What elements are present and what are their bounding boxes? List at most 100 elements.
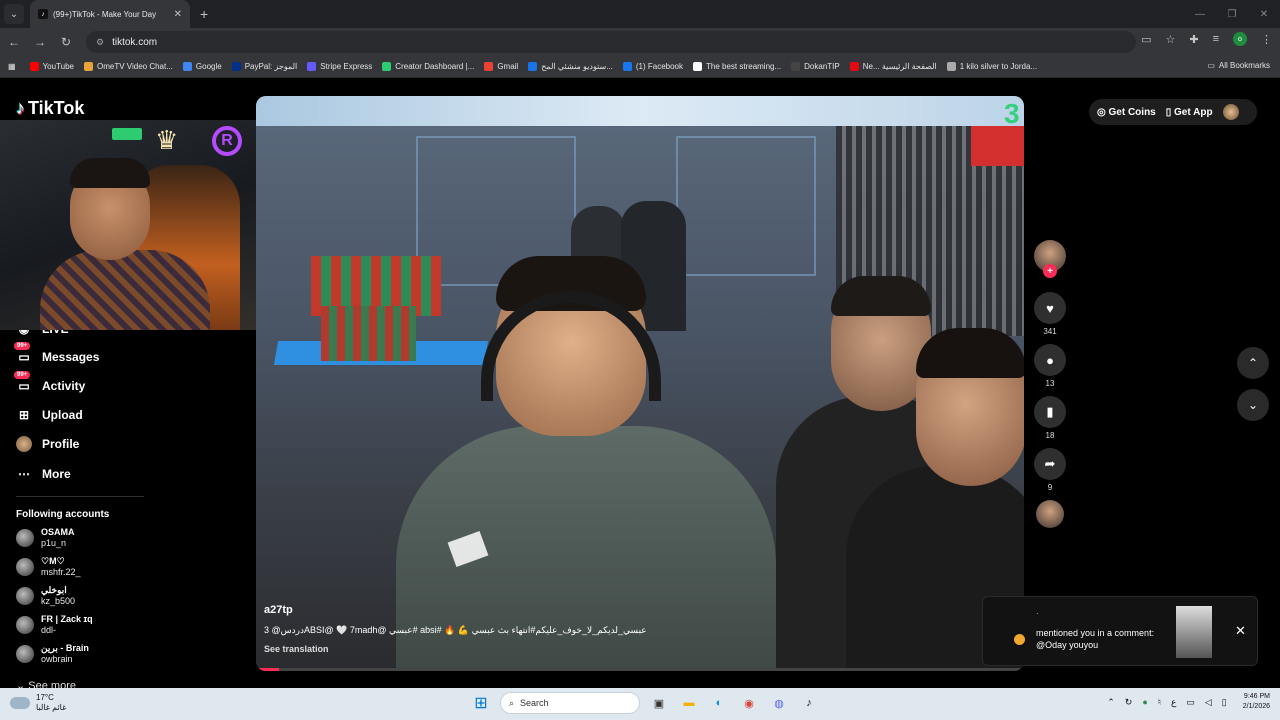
tiktok-app-icon[interactable]: ♪ bbox=[798, 692, 820, 714]
share-button[interactable]: ➦ 9 bbox=[1034, 448, 1066, 492]
close-window-button[interactable]: ✕ bbox=[1248, 0, 1280, 28]
red-sign bbox=[971, 126, 1024, 166]
folder-icon: ▭ bbox=[1207, 61, 1215, 70]
following-account[interactable]: FR | Zack ɪq ddl- bbox=[16, 614, 93, 636]
file-explorer-icon[interactable]: ▬ bbox=[678, 692, 700, 714]
share-arrow-icon: ➦ bbox=[1034, 448, 1066, 480]
striped-box bbox=[321, 306, 416, 361]
account-username: owbrain bbox=[41, 654, 73, 664]
sidebar-item-more[interactable]: ⋯ More bbox=[16, 466, 71, 482]
all-bookmarks-button[interactable]: ▭ All Bookmarks bbox=[1207, 61, 1270, 70]
back-button[interactable]: ← bbox=[2, 30, 26, 54]
edge-icon[interactable]: ◐ bbox=[708, 692, 730, 714]
tab-tiktok[interactable]: ♪ (99+)TikTok - Make Your Day ✕ bbox=[30, 0, 190, 28]
maximize-button[interactable]: ❐ bbox=[1216, 0, 1248, 28]
discord-icon[interactable]: ◍ bbox=[768, 692, 790, 714]
forward-button[interactable]: → bbox=[28, 30, 52, 54]
clock[interactable]: 9:46 PM 2/1/2026 bbox=[1243, 692, 1270, 712]
browser-toolbar: ← → ↻ ⚙ tiktok.com bbox=[0, 28, 1280, 56]
tab-title: (99+)TikTok - Make Your Day bbox=[53, 9, 157, 19]
sidebar-item-profile[interactable]: Profile bbox=[16, 436, 79, 452]
address-bar[interactable]: ⚙ tiktok.com bbox=[86, 31, 1136, 53]
crown-icon: ♛ bbox=[155, 125, 179, 155]
close-tab-icon[interactable]: ✕ bbox=[174, 9, 182, 20]
account-name: OSAMA bbox=[41, 527, 75, 537]
save-button[interactable]: ▮ 18 bbox=[1034, 396, 1066, 440]
sidebar-item-messages[interactable]: ▭ 99+ Messages bbox=[14, 342, 99, 365]
tiktok-favicon-icon: ♪ bbox=[38, 9, 48, 19]
like-button[interactable]: ♥ 341 bbox=[1034, 292, 1066, 336]
bookmark-item[interactable]: ستوديو منشئي المح... bbox=[528, 62, 613, 71]
bookmark-item[interactable]: Stripe Express bbox=[307, 62, 372, 71]
get-app-button[interactable]: ▯ Get App bbox=[1166, 107, 1213, 118]
user-avatar[interactable] bbox=[1222, 104, 1239, 120]
site-info-icon[interactable]: ⚙ bbox=[96, 37, 104, 48]
app-tray-icon[interactable]: ● bbox=[1142, 697, 1147, 707]
bookmark-item[interactable]: YouTube bbox=[29, 62, 74, 71]
task-view-icon[interactable]: ▣ bbox=[648, 692, 670, 714]
bookmark-item[interactable]: Google bbox=[182, 62, 222, 71]
notification-thumbnail[interactable] bbox=[1176, 606, 1212, 658]
mention-notification[interactable]: · mentioned you in a comment: @Oday youy… bbox=[982, 596, 1258, 666]
weather-widget[interactable]: 17°C غائم غالبا bbox=[10, 693, 66, 713]
bookmark-label: Creator Dashboard |... bbox=[395, 62, 475, 71]
following-account[interactable]: ♡M♡ mshfr.22_ bbox=[16, 556, 81, 578]
minimize-button[interactable]: — bbox=[1184, 0, 1216, 28]
new-tab-button[interactable]: + bbox=[200, 6, 208, 22]
bookmark-item[interactable]: Ne... الصفحة الرئيسية bbox=[849, 62, 937, 71]
tiktok-logo[interactable]: ♪ TikTok bbox=[16, 98, 84, 119]
reload-button[interactable]: ↻ bbox=[54, 30, 78, 54]
upload-plus-icon: ⊞ bbox=[18, 408, 30, 422]
profile-avatar[interactable]: o bbox=[1233, 32, 1247, 46]
following-account[interactable]: ابوخلي kz_b500 bbox=[16, 585, 75, 607]
divider bbox=[16, 496, 144, 497]
reading-list-icon[interactable]: ≡ bbox=[1213, 33, 1219, 45]
sound-disc-button[interactable] bbox=[1034, 500, 1066, 528]
sync-icon[interactable]: ↻ bbox=[1125, 697, 1133, 708]
notification-badge: 99+ bbox=[14, 342, 31, 350]
sidebar-item-upload[interactable]: ⊞ Upload bbox=[16, 407, 83, 423]
video-player[interactable]: 3 a27tp دردس@ 3ABSI@ 🤍 7madh@ عبسي# absi… bbox=[256, 96, 1024, 671]
url-text: tiktok.com bbox=[112, 36, 158, 48]
video-username[interactable]: a27tp bbox=[264, 604, 1004, 616]
tray-overflow-icon[interactable]: ⌃ bbox=[1107, 697, 1115, 708]
bookmark-item[interactable]: DokanTIP bbox=[791, 62, 840, 71]
bookmark-item[interactable]: Creator Dashboard |... bbox=[382, 62, 474, 71]
comment-button[interactable]: ● 13 bbox=[1034, 344, 1066, 388]
bookmark-item[interactable]: OmeTV Video Chat... bbox=[84, 62, 173, 71]
creator-avatar-button[interactable]: + bbox=[1034, 240, 1066, 278]
menu-kebab-icon[interactable]: ⋮ bbox=[1261, 33, 1272, 46]
sidebar-item-activity[interactable]: ▭ 99+ Activity bbox=[14, 371, 85, 394]
extensions-icon[interactable]: ✚ bbox=[1189, 33, 1198, 46]
volume-icon[interactable]: ◁ bbox=[1205, 697, 1212, 708]
video-progress-bar[interactable] bbox=[256, 668, 1024, 671]
taskbar-search[interactable]: ⌕ Search bbox=[500, 692, 640, 714]
bookmark-item[interactable]: (1) Facebook bbox=[622, 62, 683, 71]
bookmark-item[interactable]: The best streaming... bbox=[693, 62, 781, 71]
cast-icon[interactable]: ▭ bbox=[1141, 33, 1151, 46]
previous-video-button[interactable]: ⌃ bbox=[1237, 347, 1269, 379]
bookmark-item[interactable]: PayPal: الموجز bbox=[231, 62, 297, 71]
chrome-icon[interactable]: ◉ bbox=[738, 692, 760, 714]
following-account[interactable]: OSAMA p1u_n bbox=[16, 527, 75, 549]
language-indicator[interactable]: ع bbox=[1171, 697, 1176, 708]
battery-icon[interactable]: ▯ bbox=[1222, 697, 1227, 708]
apps-grid-icon[interactable]: ▦ bbox=[8, 62, 16, 71]
next-video-button[interactable]: ⌄ bbox=[1237, 389, 1269, 421]
bookmark-item[interactable]: Gmail bbox=[484, 62, 518, 71]
follow-plus-icon[interactable]: + bbox=[1043, 264, 1057, 278]
windows-start-icon[interactable]: ⊞ bbox=[470, 692, 492, 714]
purple-logo-icon: R bbox=[212, 126, 242, 156]
search-label: Search bbox=[520, 698, 549, 708]
following-account[interactable]: برين - Brain owbrain bbox=[16, 643, 89, 665]
bookmark-item[interactable]: 1 kilo silver to Jorda... bbox=[946, 62, 1037, 71]
microphone-icon[interactable]: ♮ bbox=[1158, 697, 1161, 708]
network-icon[interactable]: ▭ bbox=[1186, 697, 1195, 708]
see-translation-link[interactable]: See translation bbox=[264, 644, 1004, 654]
tab-search-button[interactable]: ⌄ bbox=[4, 4, 24, 24]
bookmarks-bar: ▦ YouTube OmeTV Video Chat... Google PayPal… bbox=[0, 56, 1280, 78]
get-coins-button[interactable]: ◎ Get Coins bbox=[1097, 107, 1156, 118]
video-progress-fill bbox=[256, 668, 280, 671]
bookmark-star-icon[interactable]: ☆ bbox=[1165, 33, 1175, 46]
close-notification-icon[interactable]: ✕ bbox=[1235, 623, 1246, 639]
